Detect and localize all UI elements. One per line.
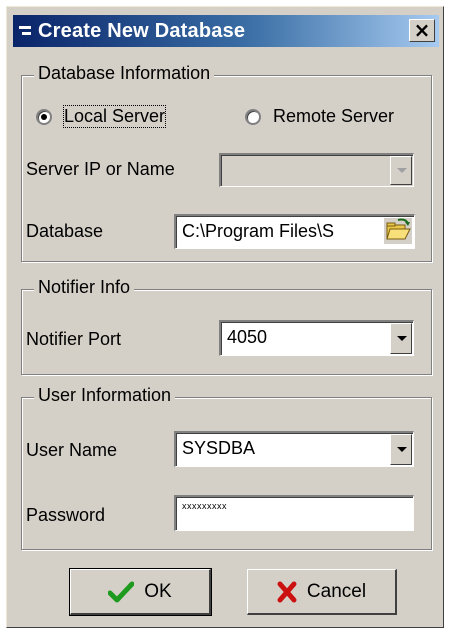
window-title: Create New Database [38,20,246,42]
remote-server-radio[interactable]: Remote Server [245,105,430,131]
create-database-dialog: Create New Database × Database Informati… [6,6,444,628]
cancel-label: Cancel [306,580,367,602]
server-ip-label: Server IP or Name [26,159,175,179]
local-server-radio[interactable]: Local Server [36,105,216,131]
password-value: xxxxxxxxx [182,501,227,511]
title-bar[interactable]: Create New Database × [13,15,439,47]
database-information-legend: Database Information [34,63,215,84]
remote-server-radio-circle[interactable] [245,109,261,125]
server-ip-combobox[interactable] [219,153,414,187]
notifier-port-dropdown-button[interactable] [390,323,412,354]
window-menu-icon[interactable] [19,26,31,37]
notifier-info-legend: Notifier Info [34,277,135,298]
server-ip-dropdown-button[interactable] [390,156,412,185]
ok-label: OK [144,580,172,602]
notifier-port-value: 4050 [227,327,268,347]
x-mark-icon [277,581,297,602]
chevron-down-icon [397,447,407,452]
cancel-button[interactable]: Cancel [247,569,397,615]
close-icon: × [413,18,431,42]
notifier-port-label: Notifier Port [26,329,122,349]
notifier-info-group: Notifier Info Notifier Port 4050 [21,277,432,375]
database-path-value: C:\Program Files\S [182,221,335,241]
open-folder-icon [384,218,412,244]
database-information-group: Database Information Local Server Remote… [21,63,432,262]
user-information-group: User Information User Name SYSDBA Passwo… [21,385,432,550]
user-information-legend: User Information [34,385,176,406]
local-server-label[interactable]: Local Server [62,105,167,128]
browse-folder-button[interactable] [384,218,412,244]
user-name-label: User Name [26,440,118,460]
user-name-value: SYSDBA [182,438,256,458]
chevron-down-icon [397,168,407,173]
local-server-radio-circle[interactable] [36,109,52,125]
database-path-field[interactable]: C:\Program Files\S [174,214,415,249]
password-field[interactable]: xxxxxxxxx [174,495,414,531]
radio-selected-dot [41,114,47,120]
ok-button[interactable]: OK [69,568,212,616]
user-name-dropdown-button[interactable] [390,434,412,465]
database-label: Database [26,221,104,241]
chevron-down-icon [397,336,407,341]
checkmark-icon [108,581,135,602]
close-button[interactable]: × [409,19,435,42]
user-name-combobox[interactable]: SYSDBA [174,431,414,467]
notifier-port-combobox[interactable]: 4050 [219,320,414,356]
password-label: Password [26,505,106,525]
remote-server-label[interactable]: Remote Server [273,106,394,127]
